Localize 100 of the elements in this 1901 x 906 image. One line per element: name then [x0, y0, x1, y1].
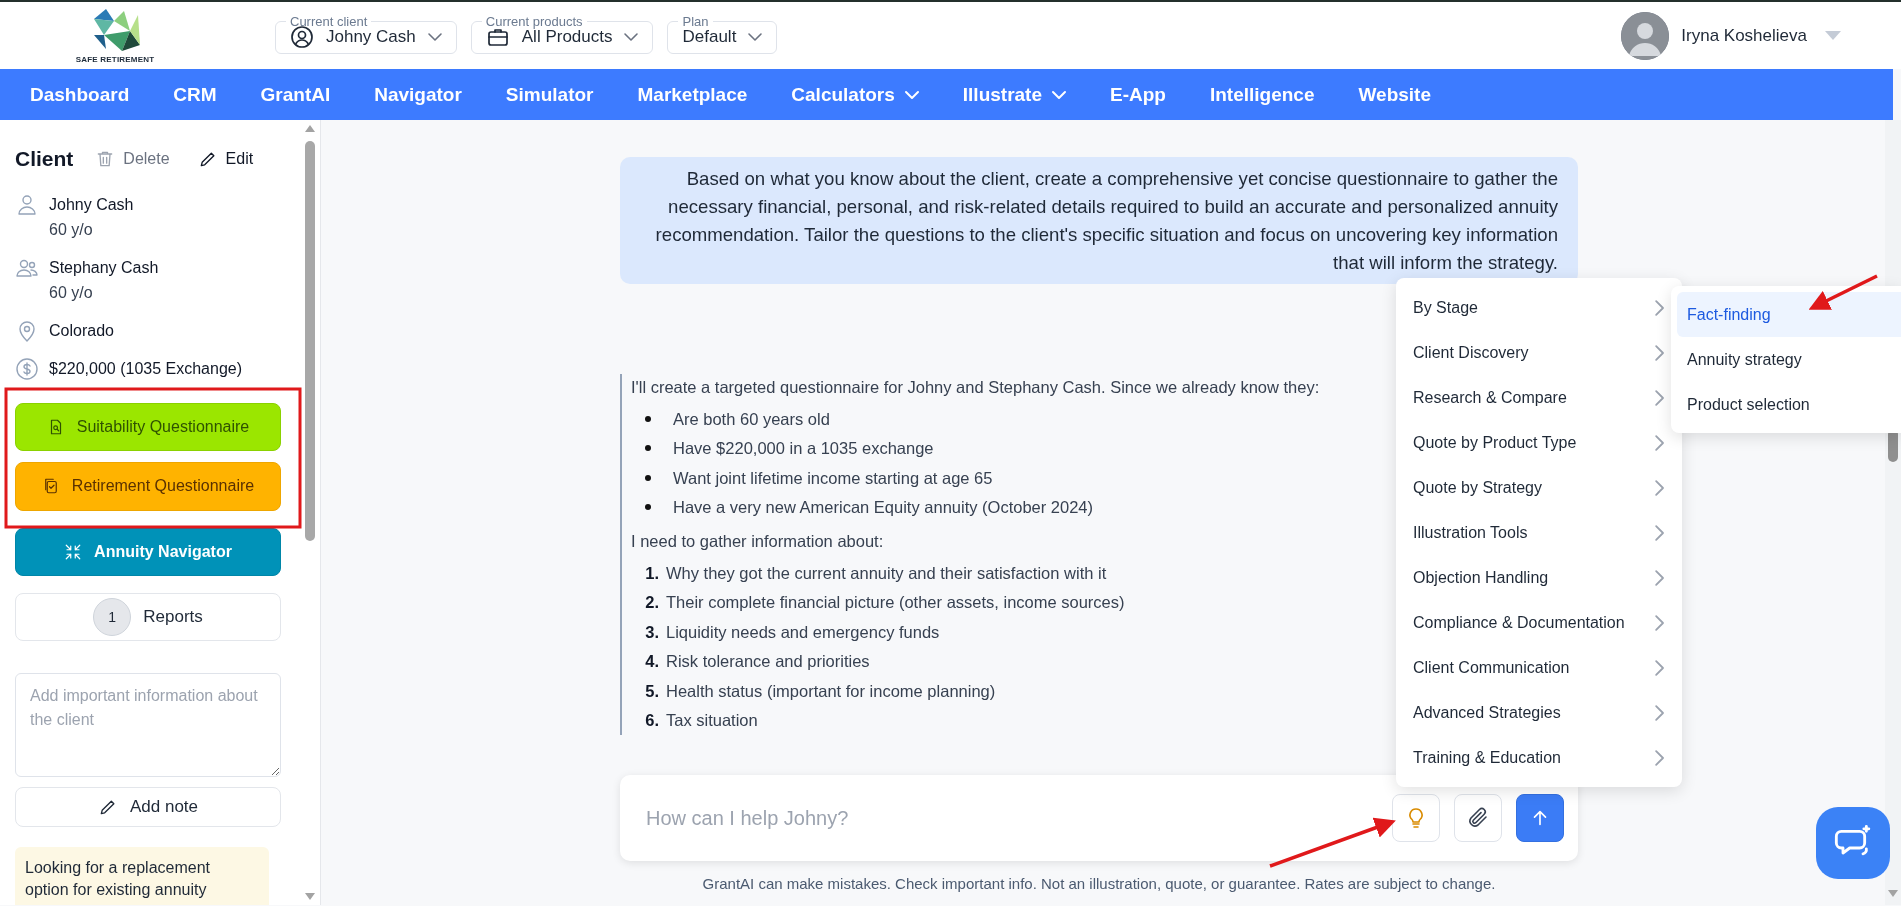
nav-link[interactable]: Website [1342, 83, 1447, 106]
attach-button[interactable] [1454, 794, 1502, 842]
list-item-text: Want joint lifetime income starting at age 65 [673, 467, 993, 489]
bullet-icon [645, 474, 651, 481]
nav-link[interactable]: CRM [157, 83, 233, 106]
nav-link[interactable]: E-App [1094, 83, 1182, 106]
logo-text: SAFE RETIREMENT [75, 55, 155, 64]
menu-item[interactable]: Advanced Strategies [1396, 690, 1668, 735]
nav-link[interactable]: Navigator [358, 83, 478, 106]
prompts-button[interactable] [1392, 794, 1440, 842]
chevron-right-icon [1654, 299, 1664, 316]
section-title: Client [15, 146, 74, 171]
client-detail: Colorado [49, 320, 114, 341]
chevron-right-icon [1654, 344, 1664, 361]
list-number: 1. [644, 562, 660, 584]
list-item-text: Are both 60 years old [673, 408, 830, 430]
user-message: Based on what you know about the client, create a comprehensive yet concise questionnaire to gather the necessary financial, personal, and risk-related details required to build an accurate and personalized annuity recommendation. Tailor the questions to the client's specific situation and focus on uncovering key information that will inform the strategy. [620, 157, 1578, 284]
bullet-icon [645, 415, 651, 422]
questionnaire-button[interactable]: Suitability Questionnaire [15, 402, 281, 452]
list-number: 2. [644, 592, 660, 614]
avatar[interactable] [1621, 11, 1670, 60]
field-label: Current products [484, 13, 584, 29]
bullet-icon [645, 504, 651, 511]
disclaimer-text: GrantAI can make mistakes. Check important info. Not an illustration, quote, or guarantee. Rates are subject to change. [701, 873, 1497, 894]
menu-item[interactable]: Client Discovery [1396, 330, 1668, 375]
field-label: Plan [681, 13, 710, 29]
edit-button[interactable]: Edit [193, 148, 258, 169]
menu-item[interactable]: Quote by Product Type [1396, 420, 1668, 465]
scroll-down-icon[interactable] [1888, 890, 1898, 897]
chevron-right-icon [1654, 659, 1664, 676]
menu-item[interactable]: Client Communication [1396, 645, 1668, 690]
user-icon [290, 24, 314, 49]
list-number: 6. [644, 710, 660, 732]
list-item-text: Why they got the current annuity and their satisfaction with it [666, 562, 1107, 584]
list-item-text: Have a very new American Equity annuity (October 2024) [673, 497, 1094, 519]
chevron-right-icon [1654, 704, 1664, 721]
menu-item[interactable]: Training & Education [1396, 735, 1668, 780]
list-item-text: Liquidity needs and emergency funds [666, 621, 940, 643]
response-text: I'll create a targeted questionnaire for Johny and Stephany Cash. Since we already know they: [631, 377, 1320, 398]
annotation-arrow [1808, 274, 1878, 310]
navigator-button[interactable]: Annuity Navigator [15, 527, 281, 576]
dollar-icon [15, 356, 39, 381]
list-item-text: Risk tolerance and priorities [666, 651, 870, 673]
paperclip-icon [1466, 806, 1490, 830]
questionnaire-button[interactable]: Retirement Questionnaire [15, 462, 281, 511]
chevron-right-icon [1654, 434, 1664, 451]
chevron-down-icon [427, 32, 442, 41]
nav-link[interactable]: Dashboard [14, 83, 146, 106]
chevron-down-icon [624, 32, 639, 41]
client-detail: $220,000 (1035 Exchange) [49, 358, 243, 379]
send-button[interactable] [1516, 794, 1564, 842]
info-banner: Looking for a replacement option for existing annuity [15, 847, 269, 905]
list-item-text: Health status (important for income planning) [666, 680, 996, 702]
list-item-text: Have $220,000 in a 1035 exchange [673, 438, 934, 460]
submenu-item[interactable]: Annuity strategy [1677, 337, 1901, 382]
chevron-right-icon [1654, 569, 1664, 586]
chevron-right-icon [1654, 614, 1664, 631]
nav-link[interactable]: Illustrate [946, 83, 1082, 106]
menu-item[interactable]: By Stage [1396, 285, 1668, 330]
scrollbar-thumb[interactable] [305, 141, 315, 541]
list-item-text: Tax situation [666, 710, 758, 732]
menu-item[interactable]: Research & Compare [1396, 375, 1668, 420]
menu-item[interactable]: Illustration Tools [1396, 510, 1668, 555]
chevron-down-icon [748, 32, 763, 41]
note-field[interactable]: Add important information about the client [15, 673, 281, 778]
chat-support-button[interactable] [1816, 807, 1890, 879]
nav-link[interactable]: Intelligence [1193, 83, 1331, 106]
submenu-item[interactable]: Fact-finding [1677, 292, 1901, 337]
chevron-down-icon [904, 90, 919, 99]
nav-link[interactable]: Simulator [489, 83, 610, 106]
chevron-right-icon [1654, 479, 1664, 496]
chevron-right-icon [1654, 749, 1664, 766]
bullet-icon [645, 445, 651, 452]
nav-link[interactable]: Marketplace [621, 83, 764, 106]
client-age: 60 y/o [49, 219, 94, 240]
caret-icon[interactable] [1825, 31, 1841, 40]
list-item-text: Their complete financial picture (other assets, income sources) [666, 592, 1125, 614]
chevron-right-icon [1654, 524, 1664, 541]
person-icon [15, 192, 39, 217]
user-name[interactable]: Iryna Koshelieva [1681, 25, 1807, 46]
menu-item[interactable]: Compliance & Documentation [1396, 600, 1668, 645]
message-field[interactable]: How can I help Johny? [644, 805, 1378, 831]
add-note-button[interactable]: Add note [15, 787, 281, 827]
client-age: 60 y/o [49, 282, 94, 303]
list-number: 4. [644, 651, 660, 673]
client-detail: Stephany Cash [49, 257, 159, 278]
compress-icon [64, 542, 83, 561]
client-detail: Johny Cash [49, 194, 134, 215]
field-label: Current client [289, 13, 369, 29]
nav-link[interactable]: GrantAI [244, 83, 347, 106]
menu-item[interactable]: Quote by Strategy [1396, 465, 1668, 510]
chevron-right-icon [1654, 389, 1664, 406]
count-badge: 1 [93, 598, 132, 637]
response-text: I need to gather information about: [631, 531, 884, 552]
reports-button[interactable]: 1 Reports [15, 593, 281, 642]
submenu-item[interactable]: Product selection [1677, 382, 1901, 427]
chevron-down-icon [1052, 90, 1066, 99]
list-number: 5. [644, 680, 660, 702]
menu-item[interactable]: Objection Handling [1396, 555, 1668, 600]
nav-link[interactable]: Calculators [775, 83, 935, 106]
